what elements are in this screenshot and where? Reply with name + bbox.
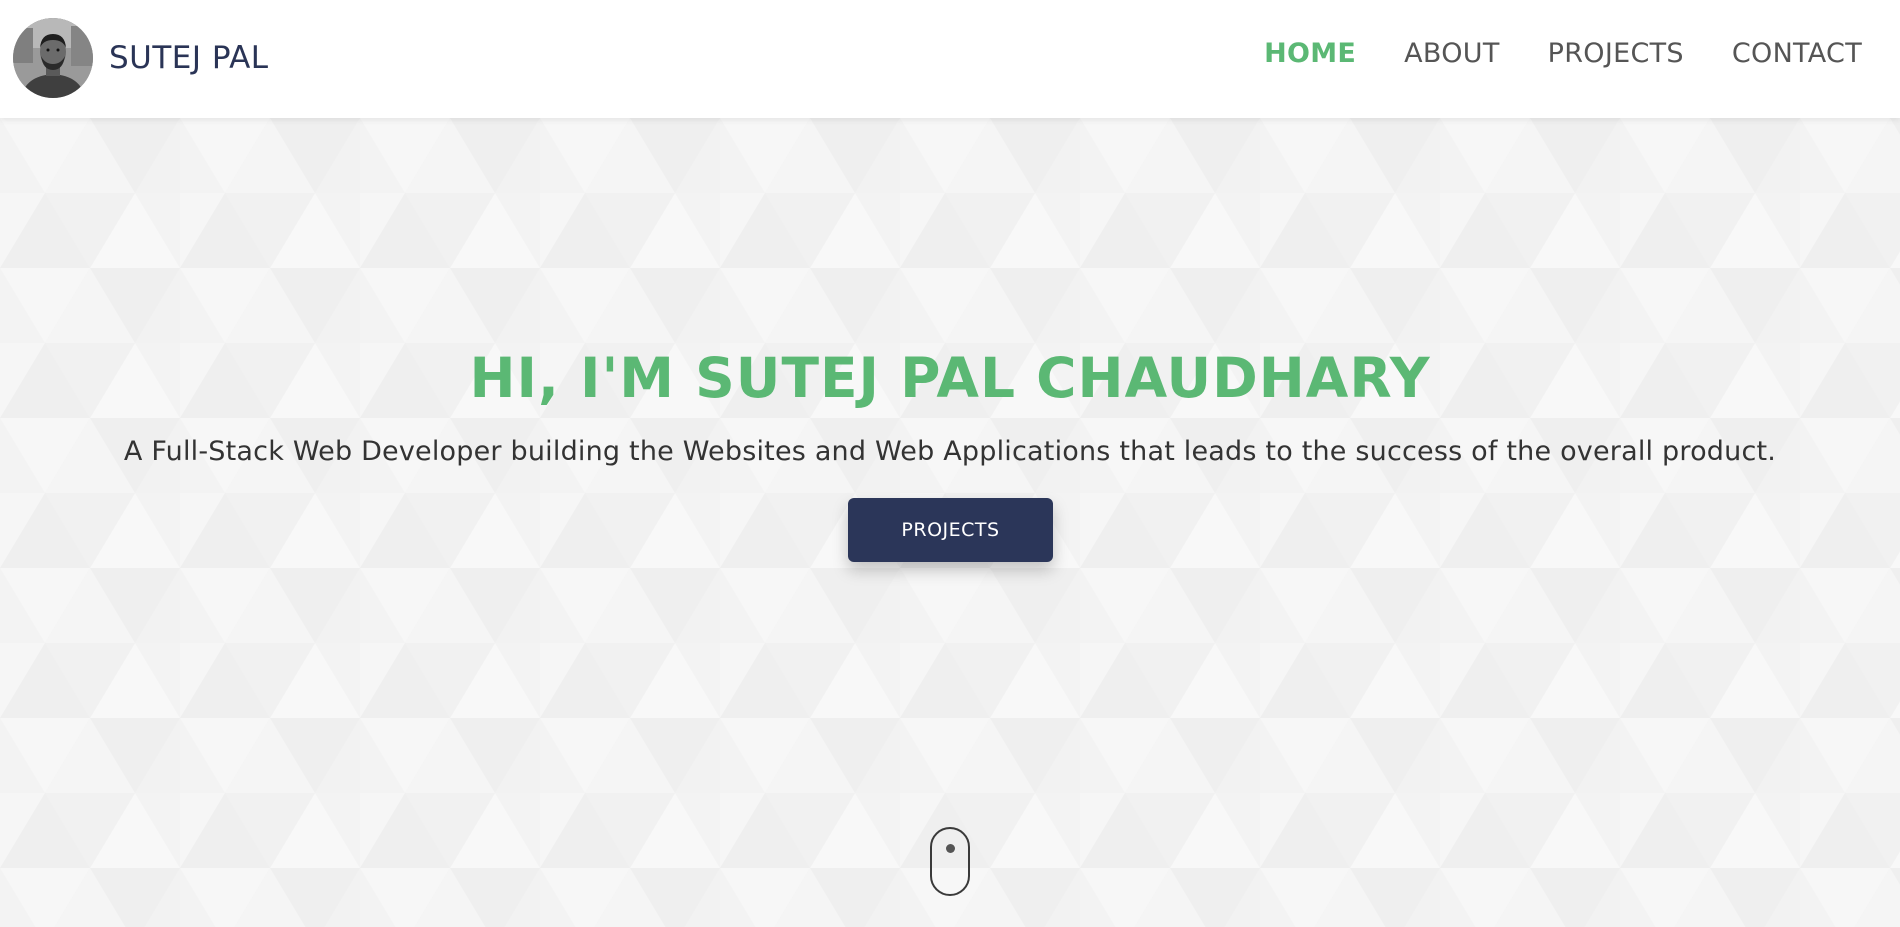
- nav-about[interactable]: ABOUT: [1404, 38, 1500, 69]
- hero-title: HI, I'M SUTEJ PAL CHAUDHARY: [469, 346, 1431, 410]
- main-nav: HOME ABOUT PROJECTS CONTACT: [1216, 38, 1862, 69]
- hero-subtitle: A Full-Stack Web Developer building the …: [123, 436, 1777, 467]
- projects-button[interactable]: PROJECTS: [848, 498, 1053, 562]
- site-header: SUTEJ PAL HOME ABOUT PROJECTS CONTACT: [0, 0, 1900, 118]
- nav-contact[interactable]: CONTACT: [1732, 38, 1862, 69]
- scroll-wheel-dot: [946, 844, 955, 853]
- mouse-scroll-icon[interactable]: [930, 827, 970, 896]
- nav-home[interactable]: HOME: [1264, 38, 1356, 69]
- avatar: [13, 18, 93, 98]
- brand[interactable]: SUTEJ PAL: [13, 17, 269, 99]
- hero-section: HI, I'M SUTEJ PAL CHAUDHARY A Full-Stack…: [0, 118, 1900, 927]
- brand-name: SUTEJ PAL: [109, 40, 269, 76]
- nav-projects[interactable]: PROJECTS: [1548, 38, 1684, 69]
